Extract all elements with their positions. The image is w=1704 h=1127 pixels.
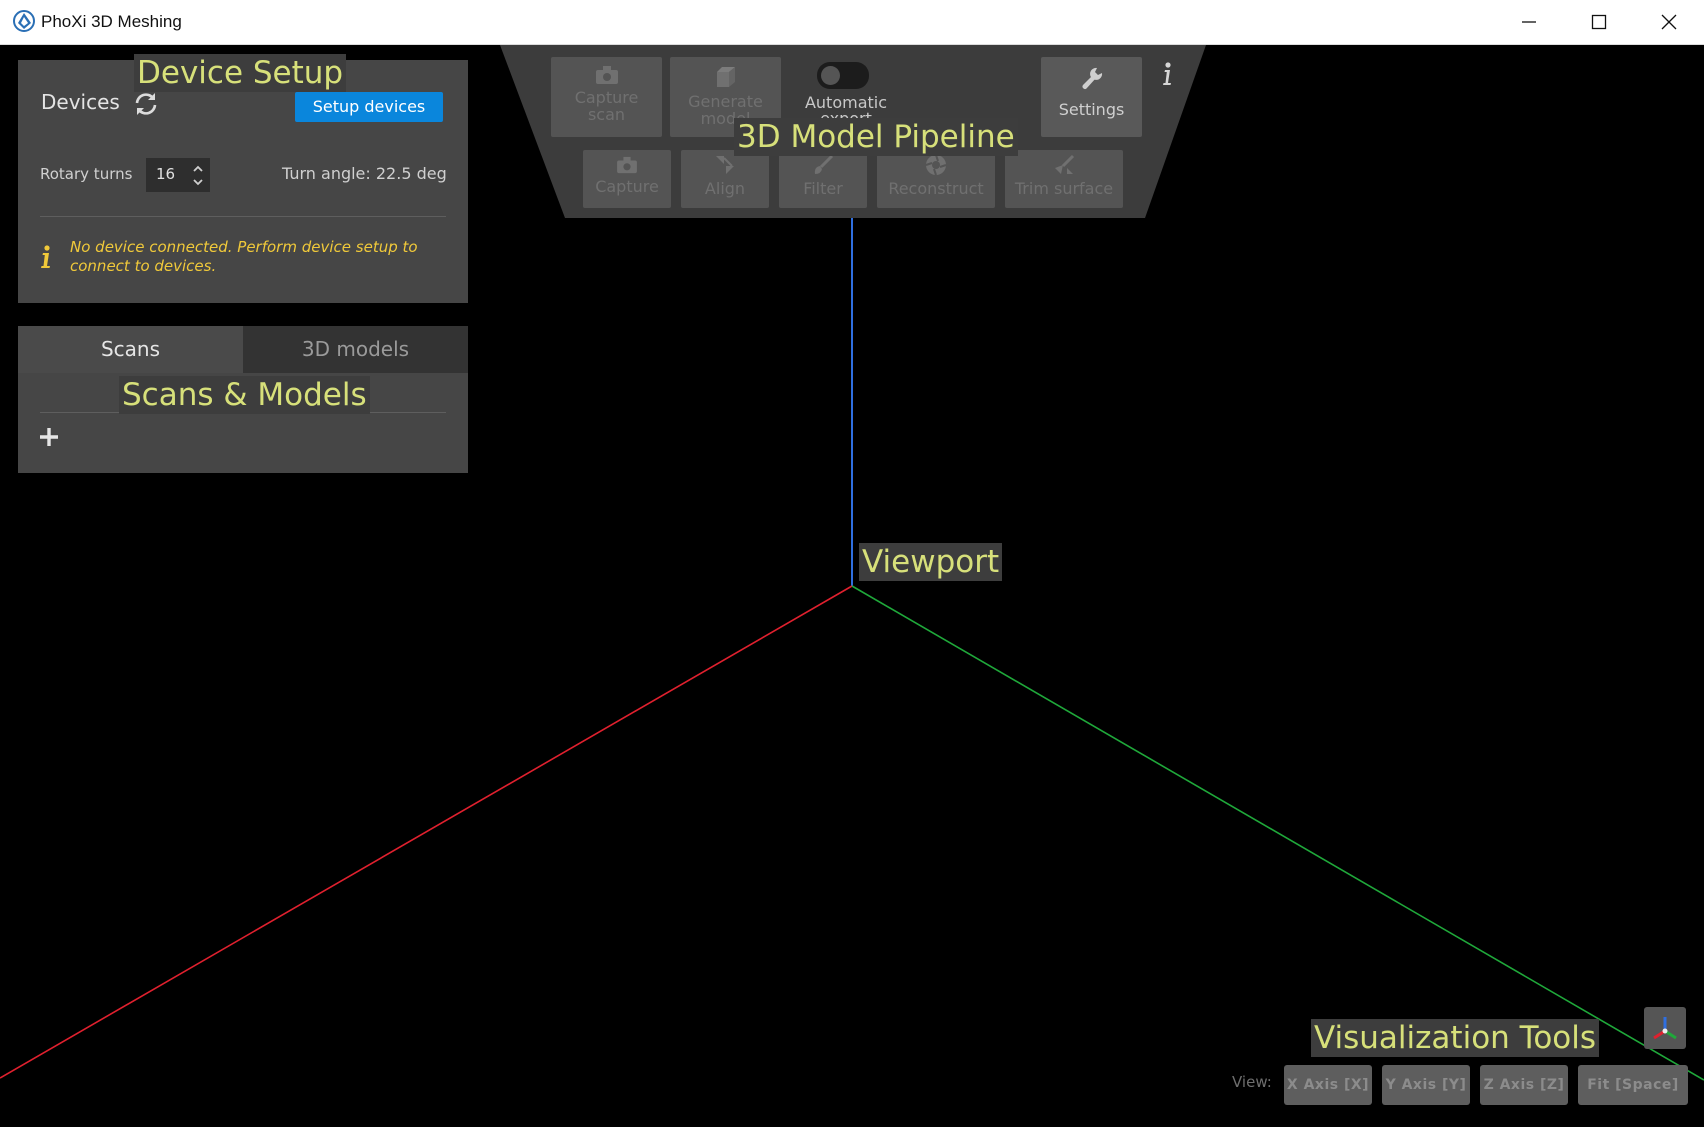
align-step-label: Align xyxy=(704,179,746,198)
setup-devices-button[interactable]: Setup devices xyxy=(295,92,443,122)
align-icon xyxy=(716,156,734,174)
rotary-turns-spinbox[interactable]: 16 xyxy=(146,158,210,192)
viewport-overlay-label: Viewport xyxy=(859,543,1003,581)
refresh-icon[interactable] xyxy=(132,90,160,118)
device-setup-overlay-label: Device Setup xyxy=(134,54,347,92)
axis-gizmo-icon xyxy=(1653,1017,1677,1040)
y-axis-view-button[interactable]: Y Axis [Y] xyxy=(1382,1065,1470,1105)
y-axis-line xyxy=(851,585,1704,1081)
tab-3d-models[interactable]: 3D models xyxy=(243,326,468,373)
x-axis-line xyxy=(0,585,853,1079)
automatic-export-toggle[interactable] xyxy=(817,62,869,89)
add-icon[interactable] xyxy=(38,426,60,448)
visualization-tools-overlay-label: Visualization Tools xyxy=(1311,1019,1600,1057)
filter-step-label: Filter xyxy=(803,179,843,198)
maximize-button[interactable] xyxy=(1565,0,1635,45)
scans-models-overlay-label: Scans & Models xyxy=(119,376,370,414)
chevron-up-icon[interactable] xyxy=(192,164,204,174)
chevron-down-icon[interactable] xyxy=(192,177,204,187)
trim-icon xyxy=(1055,154,1075,174)
settings-button[interactable]: Settings xyxy=(1041,57,1142,137)
reconstruct-step-label: Reconstruct xyxy=(888,179,984,198)
align-step-button[interactable]: Align xyxy=(681,150,769,208)
device-setup-panel: Devices Setup devices Rotary turns 16 Tu… xyxy=(18,60,468,303)
info-warning-icon xyxy=(41,245,50,268)
turn-angle-text: Turn angle: 22.5 deg xyxy=(282,164,447,183)
close-icon xyxy=(1661,14,1677,30)
x-axis-view-button[interactable]: X Axis [X] xyxy=(1284,1065,1372,1105)
window-title: PhoXi 3D Meshing xyxy=(41,12,182,31)
rotary-turns-label: Rotary turns xyxy=(40,165,133,183)
camera-icon xyxy=(595,66,618,84)
trim-surface-step-label: Trim surface xyxy=(1014,179,1114,198)
fit-view-button[interactable]: Fit [Space] xyxy=(1578,1065,1688,1105)
settings-label: Settings xyxy=(1058,100,1125,119)
maximize-icon xyxy=(1591,14,1607,30)
axis-gizmo-button[interactable] xyxy=(1644,1007,1686,1049)
brush-icon xyxy=(814,154,834,174)
pipeline-overlay-label: 3D Model Pipeline xyxy=(734,118,1018,156)
tab-scans[interactable]: Scans xyxy=(18,326,243,373)
close-button[interactable] xyxy=(1635,0,1704,45)
trim-surface-step-button[interactable]: Trim surface xyxy=(1005,150,1123,208)
minimize-icon xyxy=(1522,21,1536,23)
wrench-icon xyxy=(1082,67,1102,89)
toggle-knob xyxy=(821,66,840,85)
devices-label: Devices xyxy=(41,90,120,114)
z-axis-view-button[interactable]: Z Axis [Z] xyxy=(1480,1065,1568,1105)
aperture-icon xyxy=(925,154,947,176)
divider xyxy=(40,216,446,217)
capture-step-button[interactable]: Capture xyxy=(583,150,671,208)
capture-scan-label: Capture scan xyxy=(574,88,639,124)
no-device-warning: No device connected. Perform device setu… xyxy=(70,238,418,275)
view-label: View: xyxy=(1232,1073,1272,1091)
camera-icon xyxy=(617,156,637,174)
reconstruct-step-button[interactable]: Reconstruct xyxy=(877,150,995,208)
filter-step-button[interactable]: Filter xyxy=(779,150,867,208)
rotary-turns-value: 16 xyxy=(156,165,176,183)
capture-step-label: Capture xyxy=(595,177,659,196)
app-logo-icon xyxy=(13,10,35,32)
cube-icon xyxy=(716,67,735,87)
minimize-button[interactable] xyxy=(1495,0,1565,45)
capture-scan-button[interactable]: Capture scan xyxy=(551,57,662,137)
info-icon[interactable] xyxy=(1160,61,1174,87)
title-bar: PhoXi 3D Meshing xyxy=(0,0,1704,45)
